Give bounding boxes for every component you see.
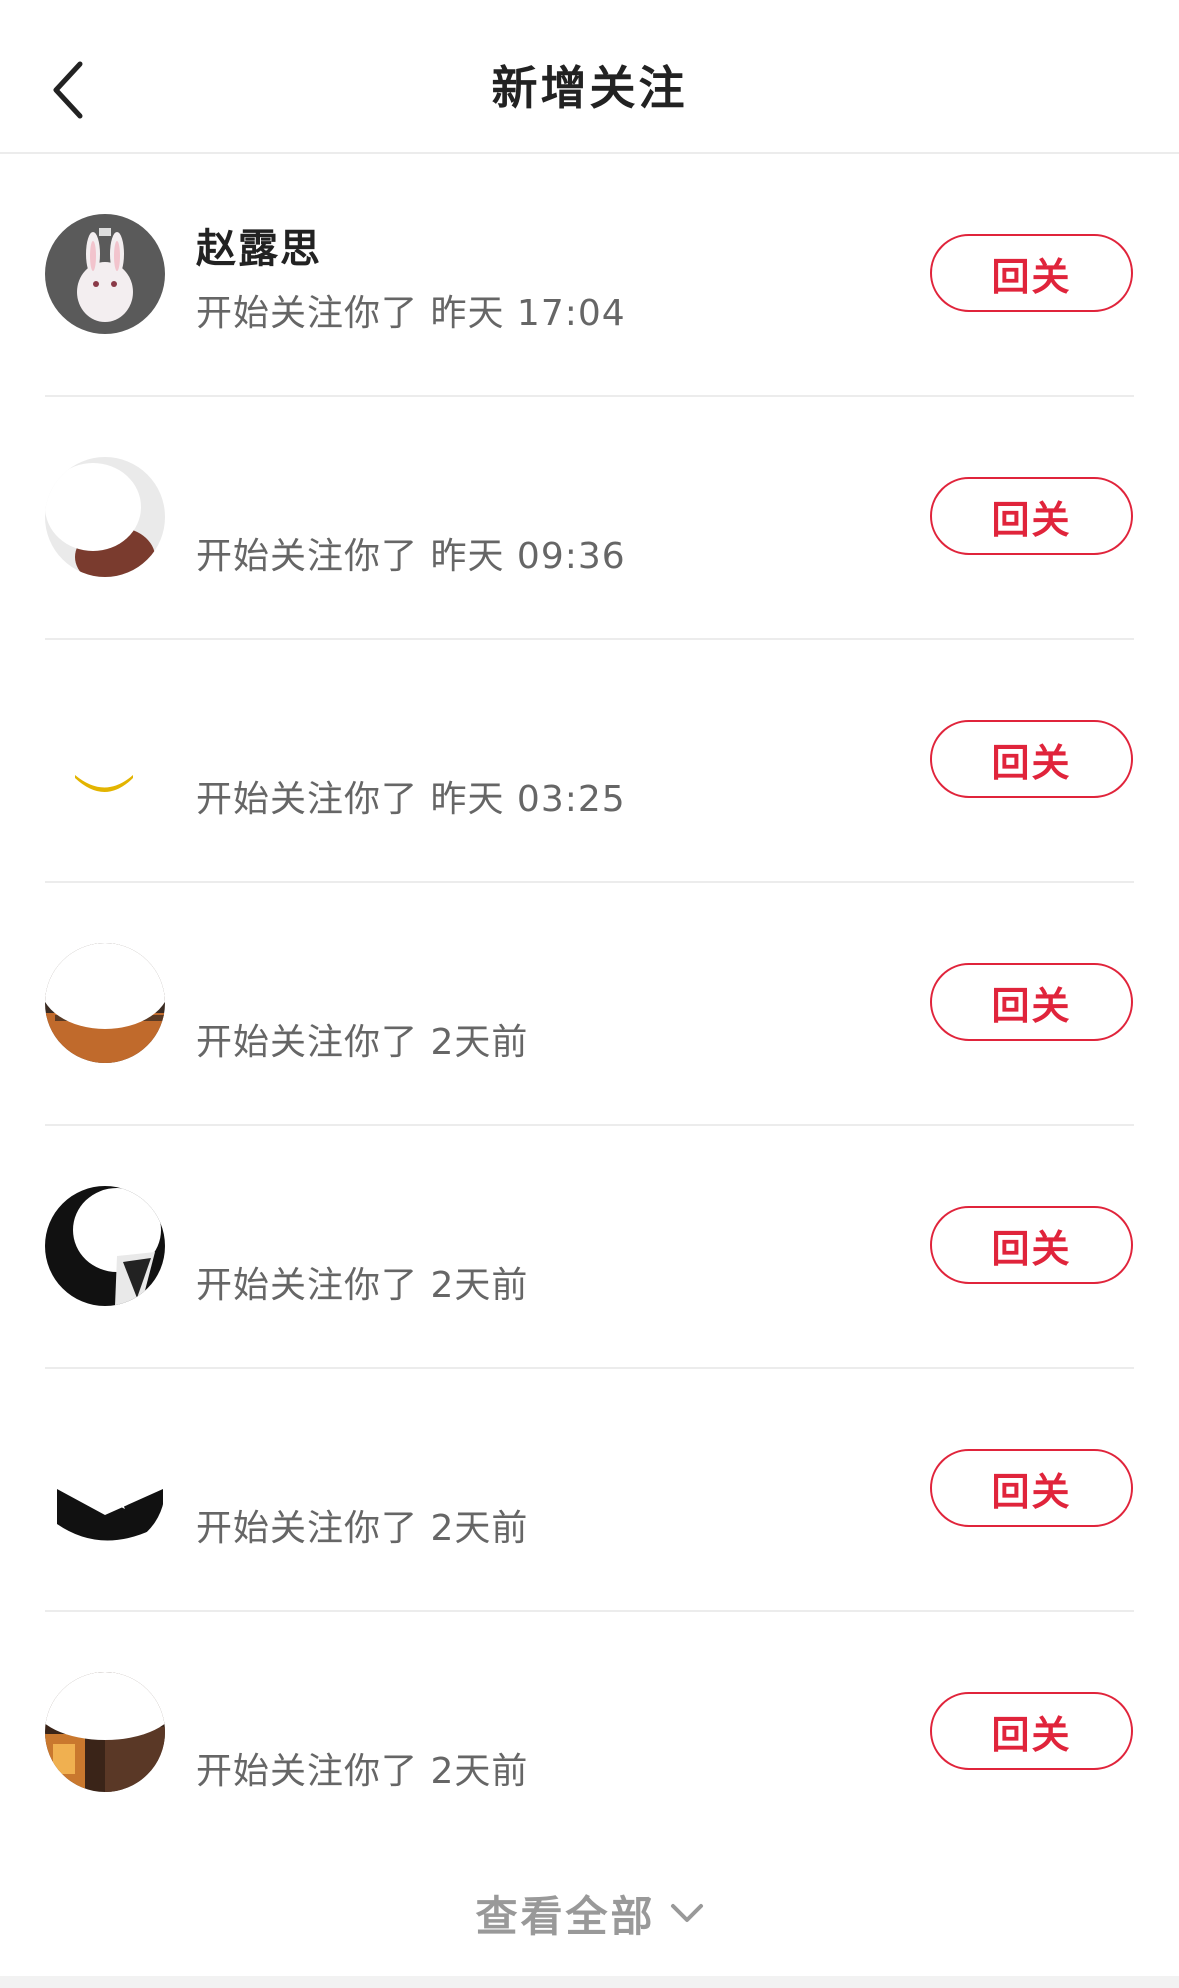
timestamp: 昨天 09:36 — [430, 536, 626, 577]
follow-info: 开始关注你了 昨天 09:36 — [196, 536, 626, 577]
avatar[interactable] — [45, 1429, 165, 1549]
user-name[interactable]: 赵露思 — [196, 216, 322, 274]
timestamp: 昨天 17:04 — [430, 293, 626, 334]
avatar[interactable] — [45, 1672, 165, 1792]
avatar[interactable] — [45, 700, 165, 820]
timestamp: 2天前 — [430, 1751, 529, 1792]
view-all-button[interactable]: 查看全部 — [0, 1883, 1179, 1943]
list-item: 开始关注你了 昨天 09:36 回关 — [0, 397, 1179, 640]
follow-back-button[interactable]: 回关 — [930, 963, 1133, 1041]
follow-info: 开始关注你了 2天前 — [196, 1751, 529, 1792]
nav-bar: 新增关注 — [0, 0, 1179, 154]
timestamp: 2天前 — [430, 1022, 529, 1063]
page-title: 新增关注 — [491, 61, 688, 115]
avatar[interactable] — [45, 1186, 165, 1306]
follow-back-button[interactable]: 回关 — [930, 1692, 1133, 1770]
list-item: 开始关注你了 昨天 03:25 回关 — [0, 640, 1179, 883]
follow-info: 开始关注你了 昨天 03:25 — [196, 779, 626, 820]
bottom-bar — [0, 1976, 1179, 1988]
follow-back-button[interactable]: 回关 — [930, 234, 1133, 312]
list-item: 开始关注你了 2天前 回关 — [0, 1612, 1179, 1855]
follow-back-button[interactable]: 回关 — [930, 1449, 1133, 1527]
follower-list: 赵露思 开始关注你了 昨天 17:04 回关 开始关注你了 昨天 09:36 回… — [0, 154, 1179, 1855]
view-all-label: 查看全部 — [475, 1891, 656, 1941]
follow-back-button[interactable]: 回关 — [930, 1206, 1133, 1284]
follow-back-button[interactable]: 回关 — [930, 477, 1133, 555]
list-item: 开始关注你了 2天前 回关 — [0, 1126, 1179, 1369]
timestamp: 2天前 — [430, 1508, 529, 1549]
avatar[interactable] — [45, 214, 165, 334]
list-item: 开始关注你了 2天前 回关 — [0, 883, 1179, 1126]
follow-info: 开始关注你了 2天前 — [196, 1265, 529, 1306]
timestamp: 2天前 — [430, 1265, 529, 1306]
list-item: 赵露思 开始关注你了 昨天 17:04 回关 — [0, 154, 1179, 397]
chevron-down-icon — [670, 1904, 703, 1922]
follow-info: 开始关注你了 2天前 — [196, 1022, 529, 1063]
timestamp: 昨天 03:25 — [430, 779, 626, 820]
follow-info: 开始关注你了 昨天 17:04 — [196, 293, 626, 334]
follow-info: 开始关注你了 2天前 — [196, 1508, 529, 1549]
list-item: 开始关注你了 2天前 回关 — [0, 1369, 1179, 1612]
avatar[interactable] — [45, 457, 165, 577]
avatar[interactable] — [45, 943, 165, 1063]
follow-back-button[interactable]: 回关 — [930, 720, 1133, 798]
